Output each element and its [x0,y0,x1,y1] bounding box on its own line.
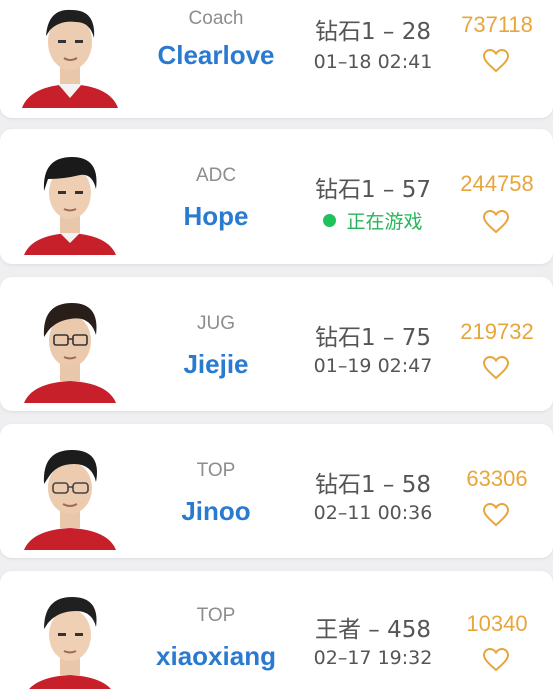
player-name[interactable]: Jiejie [130,349,302,380]
player-role: TOP [196,605,236,626]
heart-outline-icon[interactable] [482,502,510,528]
player-rank: 钻石1 – 75 [314,325,432,351]
player-role: JUG [197,313,235,334]
player-avatar [20,291,120,403]
player-list: Coach Clearlove 钻石1 – 28 01–18 02:41 737… [0,0,553,689]
heart-outline-icon[interactable] [482,48,510,74]
player-card[interactable]: Coach Clearlove 钻石1 – 28 01–18 02:41 737… [0,0,553,118]
player-rank: 钻石1 – 57 [314,177,432,203]
last-online-time: 01–18 02:41 [313,51,433,73]
player-role: TOP [196,460,236,481]
heart-outline-icon[interactable] [482,209,510,235]
like-count: 10340 [466,611,528,636]
player-name[interactable]: Clearlove [130,40,302,71]
online-status-label: 正在游戏 [346,211,423,233]
player-card[interactable]: TOP xiaoxiang 王者 – 458 02–17 19:32 10340 [0,571,553,689]
player-name[interactable]: xiaoxiang [130,641,302,672]
player-role: Coach [188,8,244,29]
player-name[interactable]: Hope [130,201,302,232]
last-online-time: 02–11 00:36 [313,502,433,524]
like-count: 737118 [461,12,533,37]
player-avatar [20,585,120,689]
player-avatar [20,0,120,108]
player-rank: 钻石1 – 28 [314,19,432,45]
last-online-time: 02–17 19:32 [313,647,433,669]
player-card[interactable]: ADC Hope 钻石1 – 57 正在游戏 244758 [0,129,553,264]
heart-outline-icon[interactable] [482,355,510,381]
player-card[interactable]: JUG Jiejie 钻石1 – 75 01–19 02:47 219732 [0,277,553,411]
heart-outline-icon[interactable] [482,647,510,673]
online-status: 正在游戏 [300,207,446,234]
player-avatar [20,143,120,255]
like-count: 244758 [460,171,534,196]
player-rank: 王者 – 458 [314,617,432,643]
player-card[interactable]: TOP Jinoo 钻石1 – 58 02–11 00:36 63306 [0,424,553,558]
player-name[interactable]: Jinoo [130,496,302,527]
like-count: 219732 [460,319,534,344]
player-role: ADC [195,165,237,186]
like-count: 63306 [466,466,528,491]
player-rank: 钻石1 – 58 [314,472,432,498]
player-avatar [20,438,120,550]
last-online-time: 01–19 02:47 [313,355,433,377]
online-dot-icon [323,214,337,227]
